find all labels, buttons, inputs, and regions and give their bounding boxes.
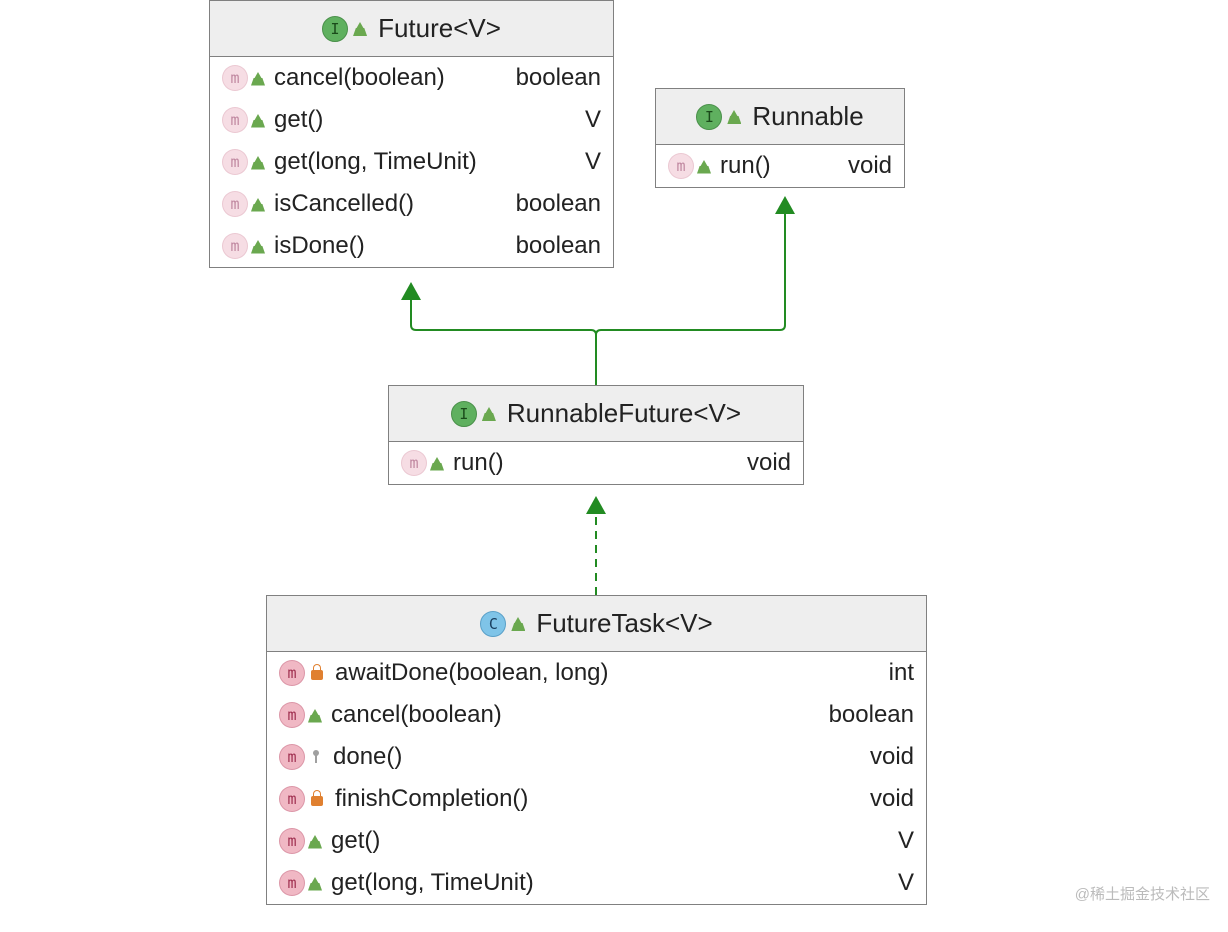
public-icon: [254, 114, 262, 121]
method-signature: done(): [333, 743, 848, 771]
uml-body-runnablefuture: m run() void: [389, 442, 803, 484]
public-icon: [254, 240, 262, 247]
uml-box-runnable: I Runnable m run() void: [655, 88, 905, 188]
public-icon: [311, 835, 319, 842]
method-icon: m: [401, 450, 427, 476]
public-icon: [254, 72, 262, 79]
private-icon: [311, 796, 323, 806]
uml-method-row: m awaitDone(boolean, long) int: [267, 652, 926, 694]
uml-body-future: m cancel(boolean) boolean m get() Vm get(long,…: [210, 57, 613, 267]
uml-method-row: m get() V: [210, 99, 613, 141]
uml-method-row: m cancel(boolean) boolean: [267, 694, 926, 736]
method-icon: m: [222, 107, 248, 133]
uml-body-futuretask: m awaitDone(boolean, long) int m cancel(bool…: [267, 652, 926, 904]
method-return: boolean: [516, 232, 601, 260]
method-signature: get(): [274, 106, 563, 134]
uml-method-row: m get() V: [267, 820, 926, 862]
method-icon: m: [222, 191, 248, 217]
public-icon: [254, 156, 262, 163]
method-return: V: [585, 148, 601, 176]
uml-box-future: I Future<V> m cancel(boolean) boolean m get(…: [209, 0, 614, 268]
method-return: void: [870, 785, 914, 813]
uml-method-row: m finishCompletion() void: [267, 778, 926, 820]
uml-title: FutureTask<V>: [536, 608, 712, 639]
uml-header: C FutureTask<V>: [267, 596, 926, 652]
method-icon: m: [279, 660, 305, 686]
watermark: @稀土掘金技术社区: [1075, 883, 1210, 904]
public-icon: [730, 110, 738, 117]
method-signature: get(): [331, 827, 876, 855]
method-return: boolean: [829, 701, 914, 729]
uml-title: RunnableFuture<V>: [507, 398, 741, 429]
method-signature: awaitDone(boolean, long): [335, 659, 867, 687]
method-return: void: [870, 743, 914, 771]
interface-icon: I: [696, 104, 722, 130]
public-icon: [514, 617, 522, 624]
method-icon: m: [279, 702, 305, 728]
uml-method-row: m run() void: [656, 145, 904, 187]
uml-method-row: m get(long, TimeUnit) V: [267, 862, 926, 904]
uml-method-row: m done() void: [267, 736, 926, 778]
method-icon: m: [222, 149, 248, 175]
uml-method-row: m isDone() boolean: [210, 225, 613, 267]
class-icon: C: [480, 611, 506, 637]
public-icon: [356, 22, 364, 29]
public-icon: [485, 407, 493, 414]
public-icon: [311, 877, 319, 884]
public-icon: [311, 709, 319, 716]
method-icon: m: [222, 233, 248, 259]
method-signature: get(long, TimeUnit): [274, 148, 563, 176]
method-return: V: [585, 106, 601, 134]
method-icon: m: [279, 744, 305, 770]
method-return: void: [848, 152, 892, 180]
public-icon: [433, 457, 441, 464]
method-signature: cancel(boolean): [331, 701, 807, 729]
method-signature: isCancelled(): [274, 190, 494, 218]
uml-method-row: m run() void: [389, 442, 803, 484]
method-icon: m: [279, 786, 305, 812]
method-icon: m: [279, 828, 305, 854]
uml-header: I Runnable: [656, 89, 904, 145]
method-signature: cancel(boolean): [274, 64, 494, 92]
method-icon: m: [222, 65, 248, 91]
public-icon: [700, 160, 708, 167]
uml-title: Runnable: [752, 101, 863, 132]
uml-method-row: m get(long, TimeUnit) V: [210, 141, 613, 183]
method-signature: isDone(): [274, 232, 494, 260]
method-return: int: [889, 659, 914, 687]
method-icon: m: [279, 870, 305, 896]
uml-method-row: m isCancelled() boolean: [210, 183, 613, 225]
protected-icon: [313, 750, 319, 756]
public-icon: [254, 198, 262, 205]
method-signature: finishCompletion(): [335, 785, 848, 813]
uml-body-runnable: m run() void: [656, 145, 904, 187]
method-signature: run(): [453, 449, 725, 477]
method-signature: run(): [720, 152, 826, 180]
uml-header: I Future<V>: [210, 1, 613, 57]
method-return: V: [898, 827, 914, 855]
method-return: V: [898, 869, 914, 897]
uml-box-runnablefuture: I RunnableFuture<V> m run() void: [388, 385, 804, 485]
method-icon: m: [668, 153, 694, 179]
uml-box-futuretask: C FutureTask<V> m awaitDone(boolean, long…: [266, 595, 927, 905]
private-icon: [311, 670, 323, 680]
method-signature: get(long, TimeUnit): [331, 869, 876, 897]
method-return: boolean: [516, 190, 601, 218]
uml-method-row: m cancel(boolean) boolean: [210, 57, 613, 99]
uml-title: Future<V>: [378, 13, 501, 44]
interface-icon: I: [322, 16, 348, 42]
interface-icon: I: [451, 401, 477, 427]
method-return: void: [747, 449, 791, 477]
uml-header: I RunnableFuture<V>: [389, 386, 803, 442]
method-return: boolean: [516, 64, 601, 92]
